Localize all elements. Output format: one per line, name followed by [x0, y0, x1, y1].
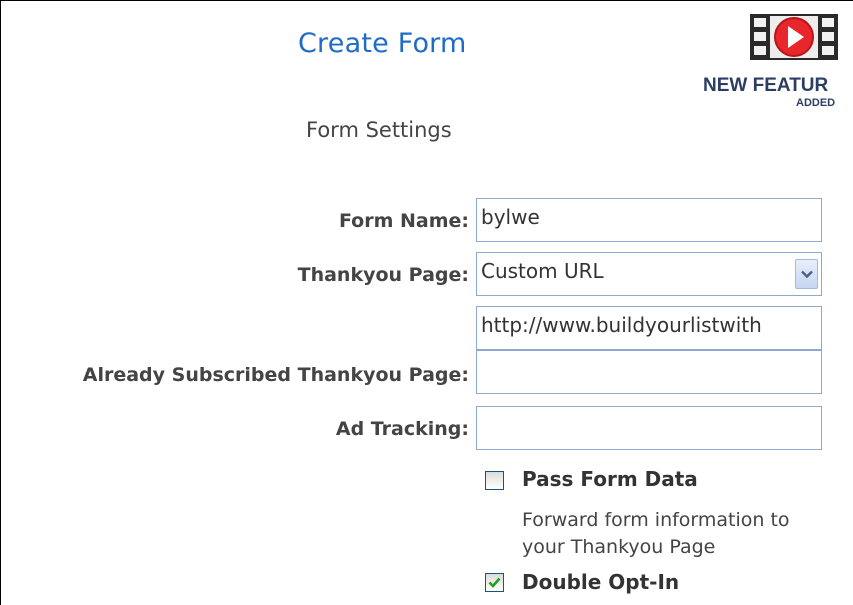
double-opt-in-label[interactable]: Double Opt-In — [522, 570, 679, 594]
page-title: Create Form — [298, 28, 467, 59]
thankyou-page-label: Thankyou Page: — [297, 264, 469, 286]
double-opt-in-checkbox[interactable] — [485, 573, 504, 592]
new-feature-label: NEW FEATUR — [703, 75, 829, 96]
form-name-input[interactable]: bylwe — [476, 198, 822, 242]
ad-tracking-input[interactable] — [476, 406, 822, 450]
thankyou-page-selected-value: Custom URL — [481, 259, 604, 283]
added-label: ADDED — [796, 97, 836, 109]
thankyou-page-select[interactable]: Custom URL — [476, 252, 822, 296]
custom-url-input[interactable]: http://www.buildyourlistwith — [476, 306, 822, 350]
already-subscribed-input[interactable] — [476, 350, 822, 394]
new-feature-badge[interactable]: NEW FEATUR ADDED — [700, 12, 853, 112]
chevron-down-icon — [801, 270, 813, 279]
dropdown-arrow-button[interactable] — [795, 259, 818, 289]
checkmark-icon — [488, 577, 501, 588]
video-film-icon — [750, 14, 838, 60]
form-name-label: Form Name: — [338, 210, 469, 232]
section-title: Form Settings — [306, 118, 452, 142]
pass-form-data-checkbox[interactable] — [485, 471, 504, 490]
pass-form-data-help: Forward form information to your Thankyo… — [522, 509, 790, 558]
already-subscribed-label: Already Subscribed Thankyou Page: — [82, 364, 469, 386]
pass-form-data-label[interactable]: Pass Form Data — [522, 467, 698, 491]
ad-tracking-label: Ad Tracking: — [335, 418, 469, 440]
